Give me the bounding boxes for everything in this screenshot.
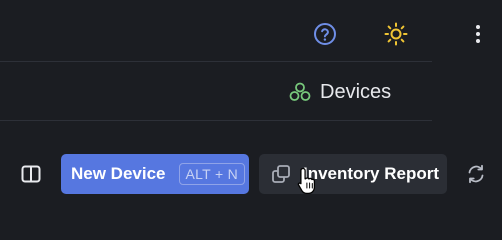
breadcrumb-divider [0,120,432,121]
help-circle-icon[interactable] [313,22,337,46]
refresh-icon[interactable] [466,164,486,184]
new-device-label: New Device [71,164,166,183]
header-divider [0,61,432,62]
inventory-report-button[interactable]: Inventory Report [259,154,447,194]
more-vertical-icon[interactable] [468,22,488,46]
hand-pointer-cursor [297,167,316,195]
devices-cluster-icon [289,82,311,101]
new-device-button[interactable]: New Device ALT + N [61,154,249,194]
split-panel-icon[interactable] [21,165,41,183]
shortcut-badge: ALT + N [178,163,246,185]
sun-icon[interactable] [384,22,408,46]
copy-icon [272,165,290,183]
breadcrumb-devices-label: Devices [320,81,392,103]
inventory-report-label: Inventory Report [303,164,440,183]
